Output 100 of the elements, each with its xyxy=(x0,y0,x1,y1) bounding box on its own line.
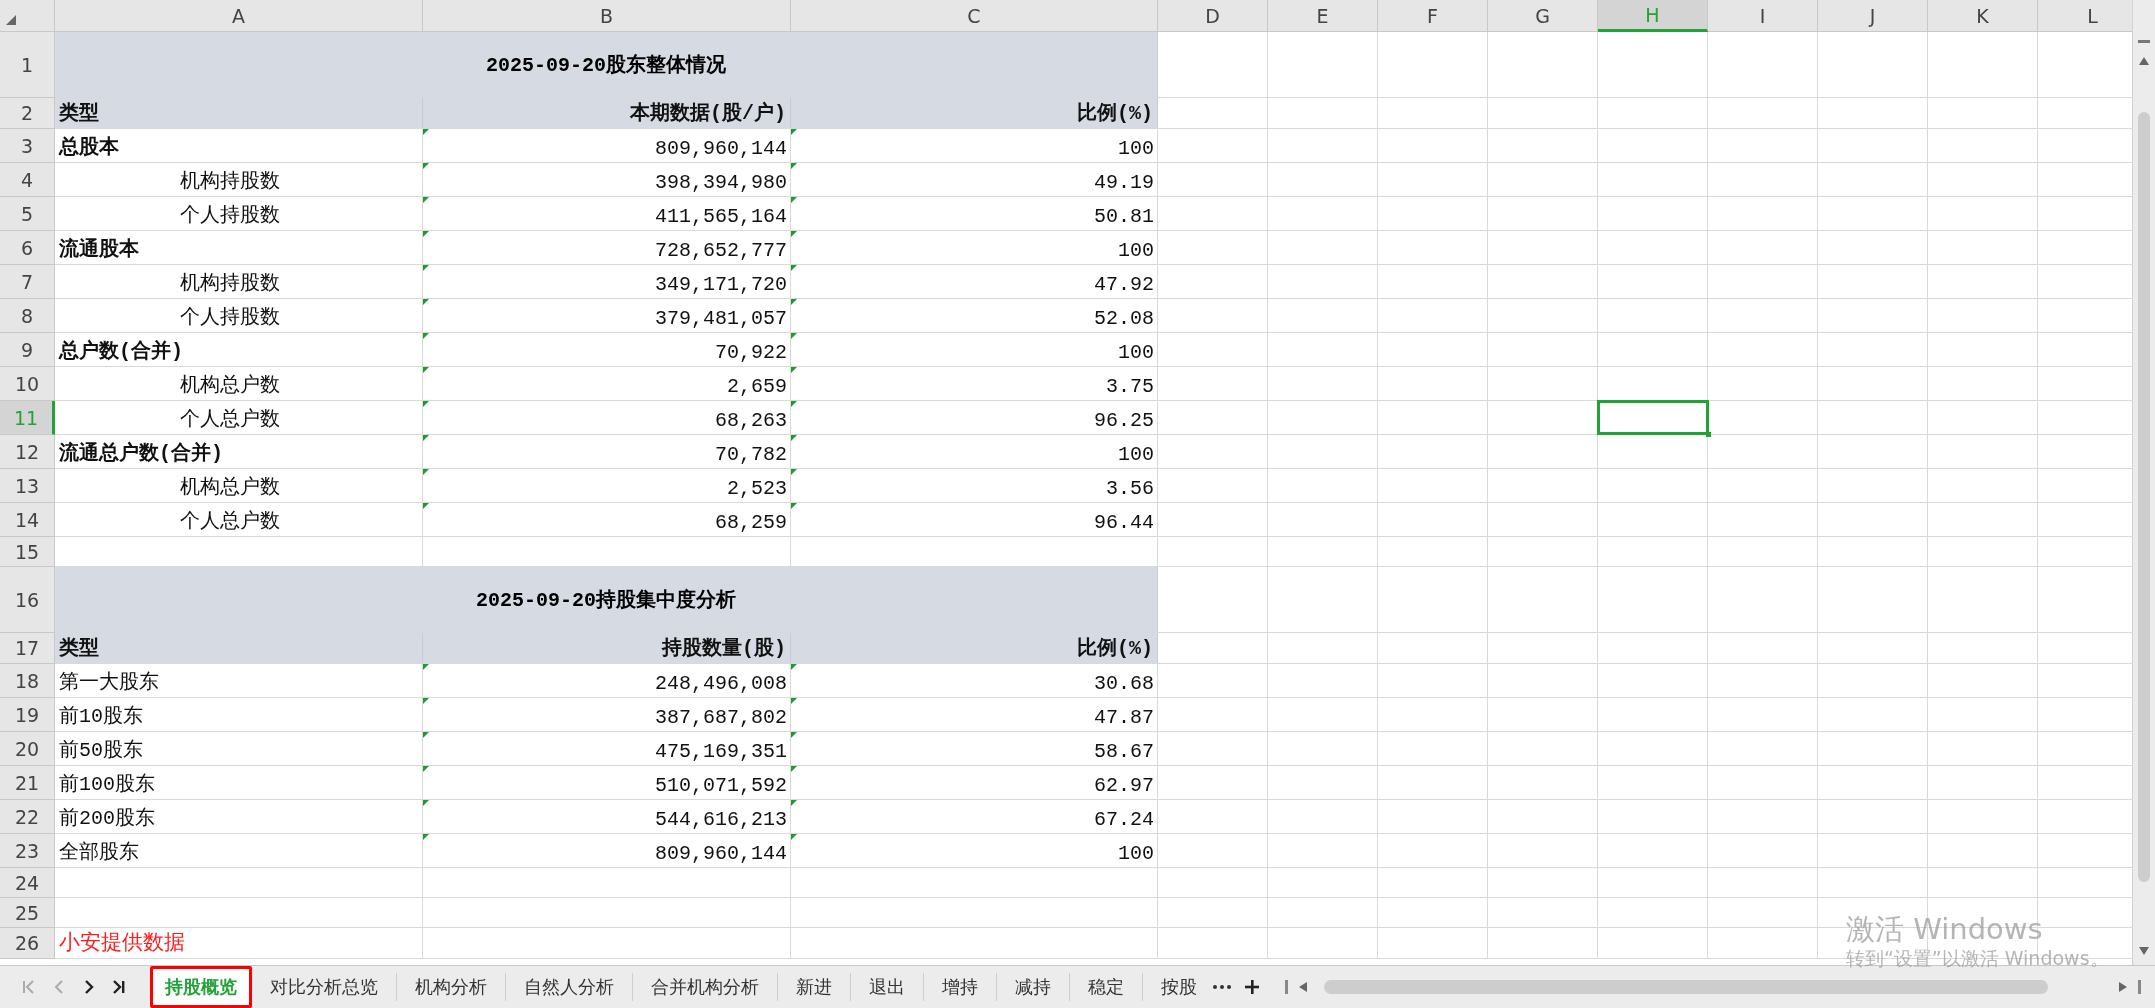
row-number[interactable]: 7 xyxy=(0,265,55,299)
corner-triangle-icon xyxy=(791,732,797,738)
cell-text: 2,659 xyxy=(727,375,787,398)
cell-text: 398,394,980 xyxy=(654,171,787,194)
corner-triangle-icon xyxy=(423,231,429,237)
cell-text: 248,496,008 xyxy=(654,672,787,695)
scroll-down-icon[interactable] xyxy=(2138,946,2150,956)
row-number[interactable]: 5 xyxy=(0,197,55,231)
row-number[interactable]: 9 xyxy=(0,333,55,367)
split-handle-icon[interactable] xyxy=(2138,980,2141,994)
cell-text: 68,263 xyxy=(715,409,787,432)
selected-cell[interactable] xyxy=(1598,401,1708,434)
cell-text: 47.87 xyxy=(1094,706,1154,729)
sheet-tab[interactable]: 机构分析 xyxy=(397,973,506,1001)
split-handle-icon[interactable] xyxy=(1285,980,1288,994)
row-number[interactable]: 21 xyxy=(0,766,55,800)
cell-text: 本期数据(股/户) xyxy=(630,100,786,126)
row-number[interactable]: 15 xyxy=(0,537,55,567)
sheet-tab[interactable]: 对比分析总览 xyxy=(252,973,397,1001)
sheet-tab[interactable]: 退出 xyxy=(851,973,924,1001)
row-number[interactable]: 4 xyxy=(0,163,55,197)
cell-text: 机构总户数 xyxy=(180,475,280,500)
corner-triangle-icon xyxy=(791,503,797,509)
scroll-up-icon[interactable] xyxy=(2138,56,2150,66)
scroll-right-icon[interactable] xyxy=(2118,981,2128,993)
cell-text: 前50股东 xyxy=(59,738,143,763)
cell-text: 总股本 xyxy=(59,135,119,160)
sheet-tab[interactable]: 稳定 xyxy=(1070,973,1143,1001)
sheet-tab[interactable]: 新进 xyxy=(778,973,851,1001)
cell-text: 3.56 xyxy=(1106,477,1154,500)
corner-triangle-icon xyxy=(423,698,429,704)
row-number[interactable]: 8 xyxy=(0,299,55,333)
corner-triangle-icon xyxy=(791,129,797,135)
corner-triangle-icon xyxy=(791,197,797,203)
sheet-tab[interactable]: 自然人分析 xyxy=(506,973,633,1001)
row-number[interactable]: 14 xyxy=(0,503,55,537)
corner-triangle-icon xyxy=(791,800,797,806)
row-number[interactable]: 6 xyxy=(0,231,55,265)
cell-text: 411,565,164 xyxy=(654,205,787,228)
scroll-left-icon[interactable] xyxy=(1298,981,1308,993)
cell-text: 349,171,720 xyxy=(654,273,787,296)
corner-triangle-icon xyxy=(791,834,797,840)
cell-text: 持股数量(股) xyxy=(662,636,786,661)
cell-text: 62.97 xyxy=(1094,774,1154,797)
corner-triangle-icon xyxy=(423,469,429,475)
cell-text: 流通总户数(合并) xyxy=(59,440,223,466)
row-number[interactable]: 20 xyxy=(0,732,55,766)
row-number[interactable]: 23 xyxy=(0,834,55,868)
select-all-icon[interactable] xyxy=(6,15,16,25)
corner-triangle-icon xyxy=(791,333,797,339)
cell-text: 100 xyxy=(1118,842,1154,865)
row-number[interactable]: 12 xyxy=(0,435,55,469)
section-title: 2025-09-20持股集中度分析 xyxy=(55,567,1158,632)
corner-triangle-icon xyxy=(423,834,429,840)
cell-text: 50.81 xyxy=(1094,205,1154,228)
corner-triangle-icon xyxy=(791,163,797,169)
row-number[interactable]: 22 xyxy=(0,800,55,834)
cell-text: 30.68 xyxy=(1094,672,1154,695)
corner-triangle-icon xyxy=(423,435,429,441)
cell-text: 前200股东 xyxy=(59,806,155,831)
activation-message: 转到“设置”以激活 Windows。 xyxy=(1846,946,2109,970)
sheet-tab[interactable]: 减持 xyxy=(997,973,1070,1001)
row-number[interactable]: 24 xyxy=(0,868,55,898)
corner-triangle-icon xyxy=(423,664,429,670)
row-number[interactable]: 25 xyxy=(0,898,55,928)
cell-text: 前10股东 xyxy=(59,704,143,729)
cell-text: 100 xyxy=(1118,239,1154,262)
corner-triangle-icon xyxy=(791,469,797,475)
cell-text: 第一大股东 xyxy=(59,670,159,695)
cell-text: 个人总户数 xyxy=(180,407,280,432)
split-handle-icon[interactable] xyxy=(2138,40,2150,44)
row-number[interactable]: 19 xyxy=(0,698,55,732)
sheet-tab[interactable]: 增持 xyxy=(924,973,997,1001)
cell-text: 个人总户数 xyxy=(180,509,280,534)
row-number[interactable]: 17 xyxy=(0,633,55,664)
corner-triangle-icon xyxy=(791,265,797,271)
cell-text: 全部股东 xyxy=(59,840,139,865)
row-number[interactable]: 10 xyxy=(0,367,55,401)
sheet-tab[interactable]: 按股 xyxy=(1143,973,1199,1001)
cell-text: 387,687,802 xyxy=(654,706,787,729)
cell-text: 70,782 xyxy=(715,443,787,466)
sheet-tab[interactable]: 合并机构分析 xyxy=(633,973,778,1001)
corner-triangle-icon xyxy=(423,367,429,373)
row-number[interactable]: 16 xyxy=(0,567,55,633)
scrollbar-thumb[interactable] xyxy=(1324,980,2048,994)
row-number[interactable]: 13 xyxy=(0,469,55,503)
scrollbar-thumb[interactable] xyxy=(2138,112,2150,882)
row-number[interactable]: 3 xyxy=(0,129,55,163)
cell-text: 个人持股数 xyxy=(180,203,280,228)
corner-triangle-icon xyxy=(791,231,797,237)
row-number[interactable]: 1 xyxy=(0,32,55,98)
cell-text: 流通股本 xyxy=(59,236,139,262)
cell-text: 96.25 xyxy=(1094,409,1154,432)
cell-text: 机构持股数 xyxy=(180,169,280,194)
row-number[interactable]: 26 xyxy=(0,928,55,959)
cell-text: 728,652,777 xyxy=(654,239,787,262)
corner-triangle-icon xyxy=(791,698,797,704)
row-number[interactable]: 18 xyxy=(0,664,55,698)
corner-triangle-icon xyxy=(423,766,429,772)
row-number[interactable]: 2 xyxy=(0,98,55,129)
